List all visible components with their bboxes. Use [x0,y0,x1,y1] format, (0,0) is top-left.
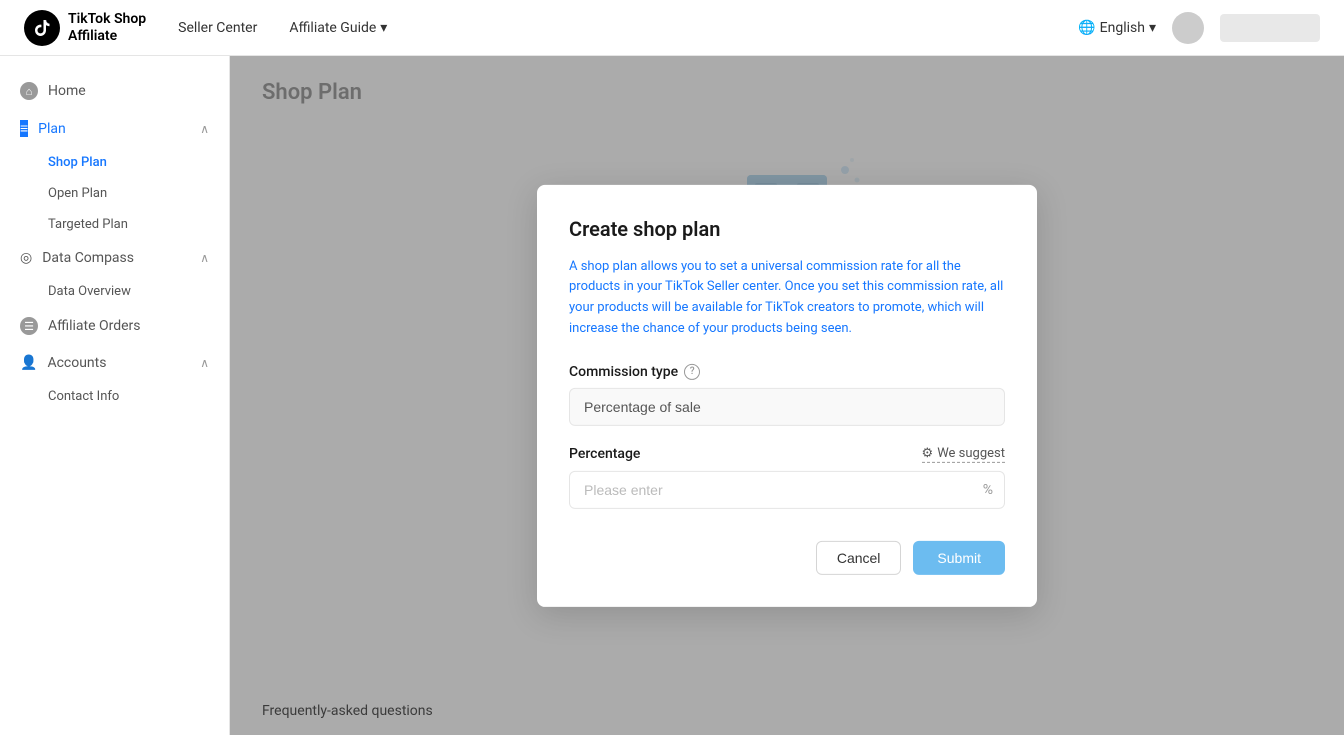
nav-links: Seller Center Affiliate Guide ▾ [178,20,1046,36]
sidebar-group-plan: ≡ Plan ∧ Shop Plan Open Plan Targeted Pl… [0,110,229,240]
sidebar-item-shop-plan[interactable]: Shop Plan [48,147,229,178]
percentage-row: Percentage ⚙ We suggest [569,446,1005,463]
help-icon[interactable]: ? [684,364,700,380]
plan-icon: ≡ [20,120,28,137]
seller-center-link[interactable]: Seller Center [178,20,257,36]
submit-button[interactable]: Submit [913,541,1005,575]
chevron-down-icon: ▾ [380,20,387,36]
tiktok-icon [24,10,60,46]
we-suggest-button[interactable]: ⚙ We suggest [922,446,1005,463]
sidebar: ⌂ Home ≡ Plan ∧ Shop Plan Open Plan Targ… [0,56,230,735]
accounts-sub-menu: Contact Info [0,381,229,412]
nav-right: 🌐 English ▾ [1078,12,1320,44]
modal-description: A shop plan allows you to set a universa… [569,256,1005,339]
sidebar-item-contact-info[interactable]: Contact Info [48,381,229,412]
language-selector[interactable]: 🌐 English ▾ [1078,20,1156,36]
sidebar-accounts-header[interactable]: 👤 Accounts ∧ [0,345,229,381]
user-avatar[interactable] [1172,12,1204,44]
percentage-input-wrapper: % [569,471,1005,509]
affiliate-guide-link[interactable]: Affiliate Guide ▾ [289,20,387,36]
modal-title: Create shop plan [569,216,1005,240]
logo-sub: Affiliate [68,28,146,45]
data-compass-icon: ◎ [20,250,32,266]
percentage-input[interactable] [569,471,1005,509]
home-icon: ⌂ [20,82,38,100]
plan-sub-menu: Shop Plan Open Plan Targeted Plan [0,147,229,240]
sidebar-item-home[interactable]: ⌂ Home [0,72,229,110]
chevron-down-icon: ▾ [1149,20,1156,36]
sidebar-item-open-plan[interactable]: Open Plan [48,178,229,209]
chevron-up-icon: ∧ [200,122,209,136]
sidebar-item-targeted-plan[interactable]: Targeted Plan [48,209,229,240]
top-navigation: TikTok Shop Affiliate Seller Center Affi… [0,0,1344,56]
create-shop-plan-modal: Create shop plan A shop plan allows you … [537,184,1037,606]
accounts-icon: 👤 [20,355,37,371]
sidebar-data-compass-header[interactable]: ◎ Data Compass ∧ [0,240,229,276]
logo-name: TikTok Shop [68,11,146,28]
globe-icon: 🌐 [1078,20,1095,36]
sidebar-group-data-compass: ◎ Data Compass ∧ Data Overview [0,240,229,307]
orders-icon: ☰ [20,317,38,335]
sidebar-group-accounts: 👤 Accounts ∧ Contact Info [0,345,229,412]
sidebar-plan-header[interactable]: ≡ Plan ∧ [0,110,229,147]
main-content: Shop Plan [230,56,1344,735]
commission-type-label: Commission type ? [569,364,1005,380]
suggest-icon: ⚙ [922,446,934,461]
modal-actions: Cancel Submit [569,541,1005,575]
cancel-button[interactable]: Cancel [816,541,902,575]
sidebar-item-affiliate-orders[interactable]: ☰ Affiliate Orders [0,307,229,345]
percentage-label: Percentage [569,446,640,462]
data-compass-sub-menu: Data Overview [0,276,229,307]
user-name-button[interactable] [1220,14,1320,42]
commission-type-select[interactable]: Percentage of sale [569,388,1005,426]
chevron-up-icon: ∧ [200,251,209,265]
sidebar-item-data-overview[interactable]: Data Overview [48,276,229,307]
main-layout: ⌂ Home ≡ Plan ∧ Shop Plan Open Plan Targ… [0,56,1344,735]
percent-suffix: % [983,482,993,498]
chevron-up-icon: ∧ [200,356,209,370]
logo: TikTok Shop Affiliate [24,10,146,46]
